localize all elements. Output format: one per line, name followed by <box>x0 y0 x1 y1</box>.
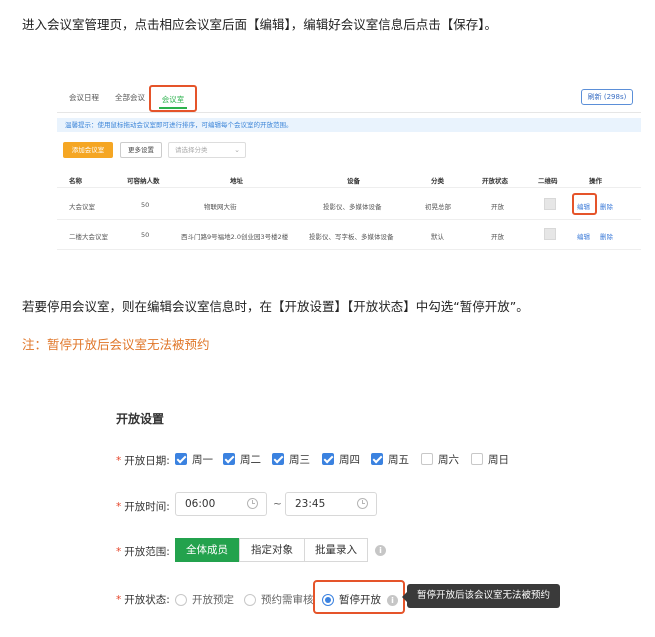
tip-banner: 温馨提示：使用鼠标拖动会议室即可进行排序，可编辑每个会议室的开放范围。 <box>57 118 641 132</box>
instruction-note: 注：暂停开放后会议室无法被预约 <box>22 337 210 352</box>
edit-link[interactable]: 编辑 <box>577 201 590 211</box>
checkbox-thu[interactable] <box>322 453 334 465</box>
instruction-line-1: 进入会议室管理页，点击相应会议室后面【编辑】，编辑好会议室信息后点击【保存】。 <box>22 17 498 32</box>
radio-needs-approval-label: 预约需审核 <box>261 594 314 606</box>
end-time-value: 23:45 <box>295 498 326 510</box>
tab-all-meetings[interactable]: 全部会议 <box>115 92 145 103</box>
cell-equipment: 投影仪、写字板、多媒体设备 <box>309 233 394 241</box>
open-settings-screenshot: 开放设置 * 开放日期: 周一 周二 周三 周四 周五 周六 周日 * 开放时间: … <box>108 400 608 635</box>
checkbox-wed-label: 周三 <box>289 454 310 466</box>
col-name: 名称 <box>69 177 82 185</box>
cell-capacity: 50 <box>141 231 150 239</box>
table-header: 名称 可容纳人数 地址 设备 分类 开放状态 二维码 操作 <box>57 170 641 188</box>
info-icon[interactable]: i <box>387 595 398 606</box>
section-title: 开放设置 <box>116 412 165 426</box>
checkbox-thu-label: 周四 <box>339 454 360 466</box>
start-time-input[interactable]: 06:00 <box>175 492 267 516</box>
table-row: 二楼大会议室 50 西斗门路9号福地2.0创业园3号楼2楼 投影仪、写字板、多媒… <box>57 220 641 250</box>
start-time-value: 06:00 <box>185 498 216 510</box>
checkbox-sat[interactable] <box>421 453 433 465</box>
instruction-line-2: 若要停用会议室，则在编辑会议室信息时，在【开放设置】【开放状态】中勾选“暂停开放… <box>22 299 529 314</box>
delete-link[interactable]: 删除 <box>600 231 613 241</box>
radio-pause-open-label: 暂停开放 <box>339 594 381 606</box>
cell-status: 开放 <box>491 233 504 241</box>
checkbox-sat-label: 周六 <box>438 454 459 466</box>
more-settings-button[interactable]: 更多设置 <box>120 142 162 158</box>
qrcode-icon[interactable] <box>544 228 556 240</box>
col-capacity: 可容纳人数 <box>127 177 160 185</box>
tab-meeting-rooms-label: 会议室 <box>161 95 185 104</box>
clock-icon <box>247 498 258 509</box>
qrcode-icon[interactable] <box>544 198 556 210</box>
open-dates-label: * 开放日期: <box>116 455 170 467</box>
tab-meeting-rooms[interactable]: 会议室 <box>149 85 197 112</box>
open-status-label: * 开放状态: <box>116 594 170 606</box>
time-range-separator: ~ <box>273 498 282 510</box>
edit-link[interactable]: 编辑 <box>577 231 590 241</box>
col-actions: 操作 <box>589 177 602 185</box>
col-qrcode: 二维码 <box>538 177 558 185</box>
cell-address: 物联网大街 <box>204 203 237 211</box>
checkbox-tue[interactable] <box>223 453 235 465</box>
cell-category: 默认 <box>431 233 444 241</box>
col-status: 开放状态 <box>482 177 508 185</box>
open-scope-label: * 开放范围: <box>116 546 170 558</box>
cell-equipment: 投影仪、多媒体设备 <box>323 203 382 211</box>
chevron-down-icon: ⌄ <box>234 146 240 154</box>
refresh-button[interactable]: 刷新 (298s) <box>581 89 633 105</box>
radio-needs-approval[interactable] <box>244 594 256 606</box>
pause-tooltip: 暂停开放后该会议室无法被预约 <box>402 584 560 608</box>
cell-status: 开放 <box>491 203 504 211</box>
checkbox-fri[interactable] <box>371 453 383 465</box>
scope-batch-import[interactable]: 批量录入 <box>304 538 368 562</box>
checkbox-sun[interactable] <box>471 453 483 465</box>
info-icon[interactable]: i <box>375 545 386 556</box>
cell-capacity: 50 <box>141 201 150 209</box>
category-placeholder: 请选择分类 <box>175 146 208 154</box>
checkbox-mon-label: 周一 <box>192 454 213 466</box>
checkbox-sun-label: 周日 <box>488 454 509 466</box>
radio-open-booking[interactable] <box>175 594 187 606</box>
checkbox-tue-label: 周二 <box>240 454 261 466</box>
scope-all-members[interactable]: 全体成员 <box>175 538 239 562</box>
col-equipment: 设备 <box>347 177 360 185</box>
meeting-room-management-screenshot: 会议日程 全部会议 会议室 刷新 (298s) 温馨提示：使用鼠标拖动会议室即可… <box>57 80 641 257</box>
end-time-input[interactable]: 23:45 <box>285 492 377 516</box>
cell-name: 二楼大会议室 <box>69 233 108 241</box>
cell-category: 初晃总部 <box>425 203 451 211</box>
col-category: 分类 <box>431 177 444 185</box>
category-select[interactable]: 请选择分类 ⌄ <box>168 142 246 158</box>
checkbox-wed[interactable] <box>272 453 284 465</box>
tab-meeting-schedule[interactable]: 会议日程 <box>69 92 99 103</box>
table-row: 大会议室 50 物联网大街 投影仪、多媒体设备 初晃总部 开放 编辑 删除 <box>57 190 641 220</box>
checkbox-mon[interactable] <box>175 453 187 465</box>
radio-pause-open[interactable] <box>322 594 334 606</box>
clock-icon <box>357 498 368 509</box>
open-time-label: * 开放时间: <box>116 501 170 513</box>
tab-bar: 会议日程 全部会议 会议室 刷新 (298s) <box>57 80 641 113</box>
delete-link[interactable]: 删除 <box>600 201 613 211</box>
toolbar: 添加会议室 更多设置 请选择分类 ⌄ <box>57 142 641 158</box>
col-address: 地址 <box>230 177 243 185</box>
checkbox-fri-label: 周五 <box>388 454 409 466</box>
cell-address: 西斗门路9号福地2.0创业园3号楼2楼 <box>181 233 289 241</box>
add-room-button[interactable]: 添加会议室 <box>63 142 113 158</box>
scope-specific[interactable]: 指定对象 <box>239 538 305 562</box>
radio-open-booking-label: 开放预定 <box>192 594 234 606</box>
cell-name: 大会议室 <box>69 203 95 211</box>
